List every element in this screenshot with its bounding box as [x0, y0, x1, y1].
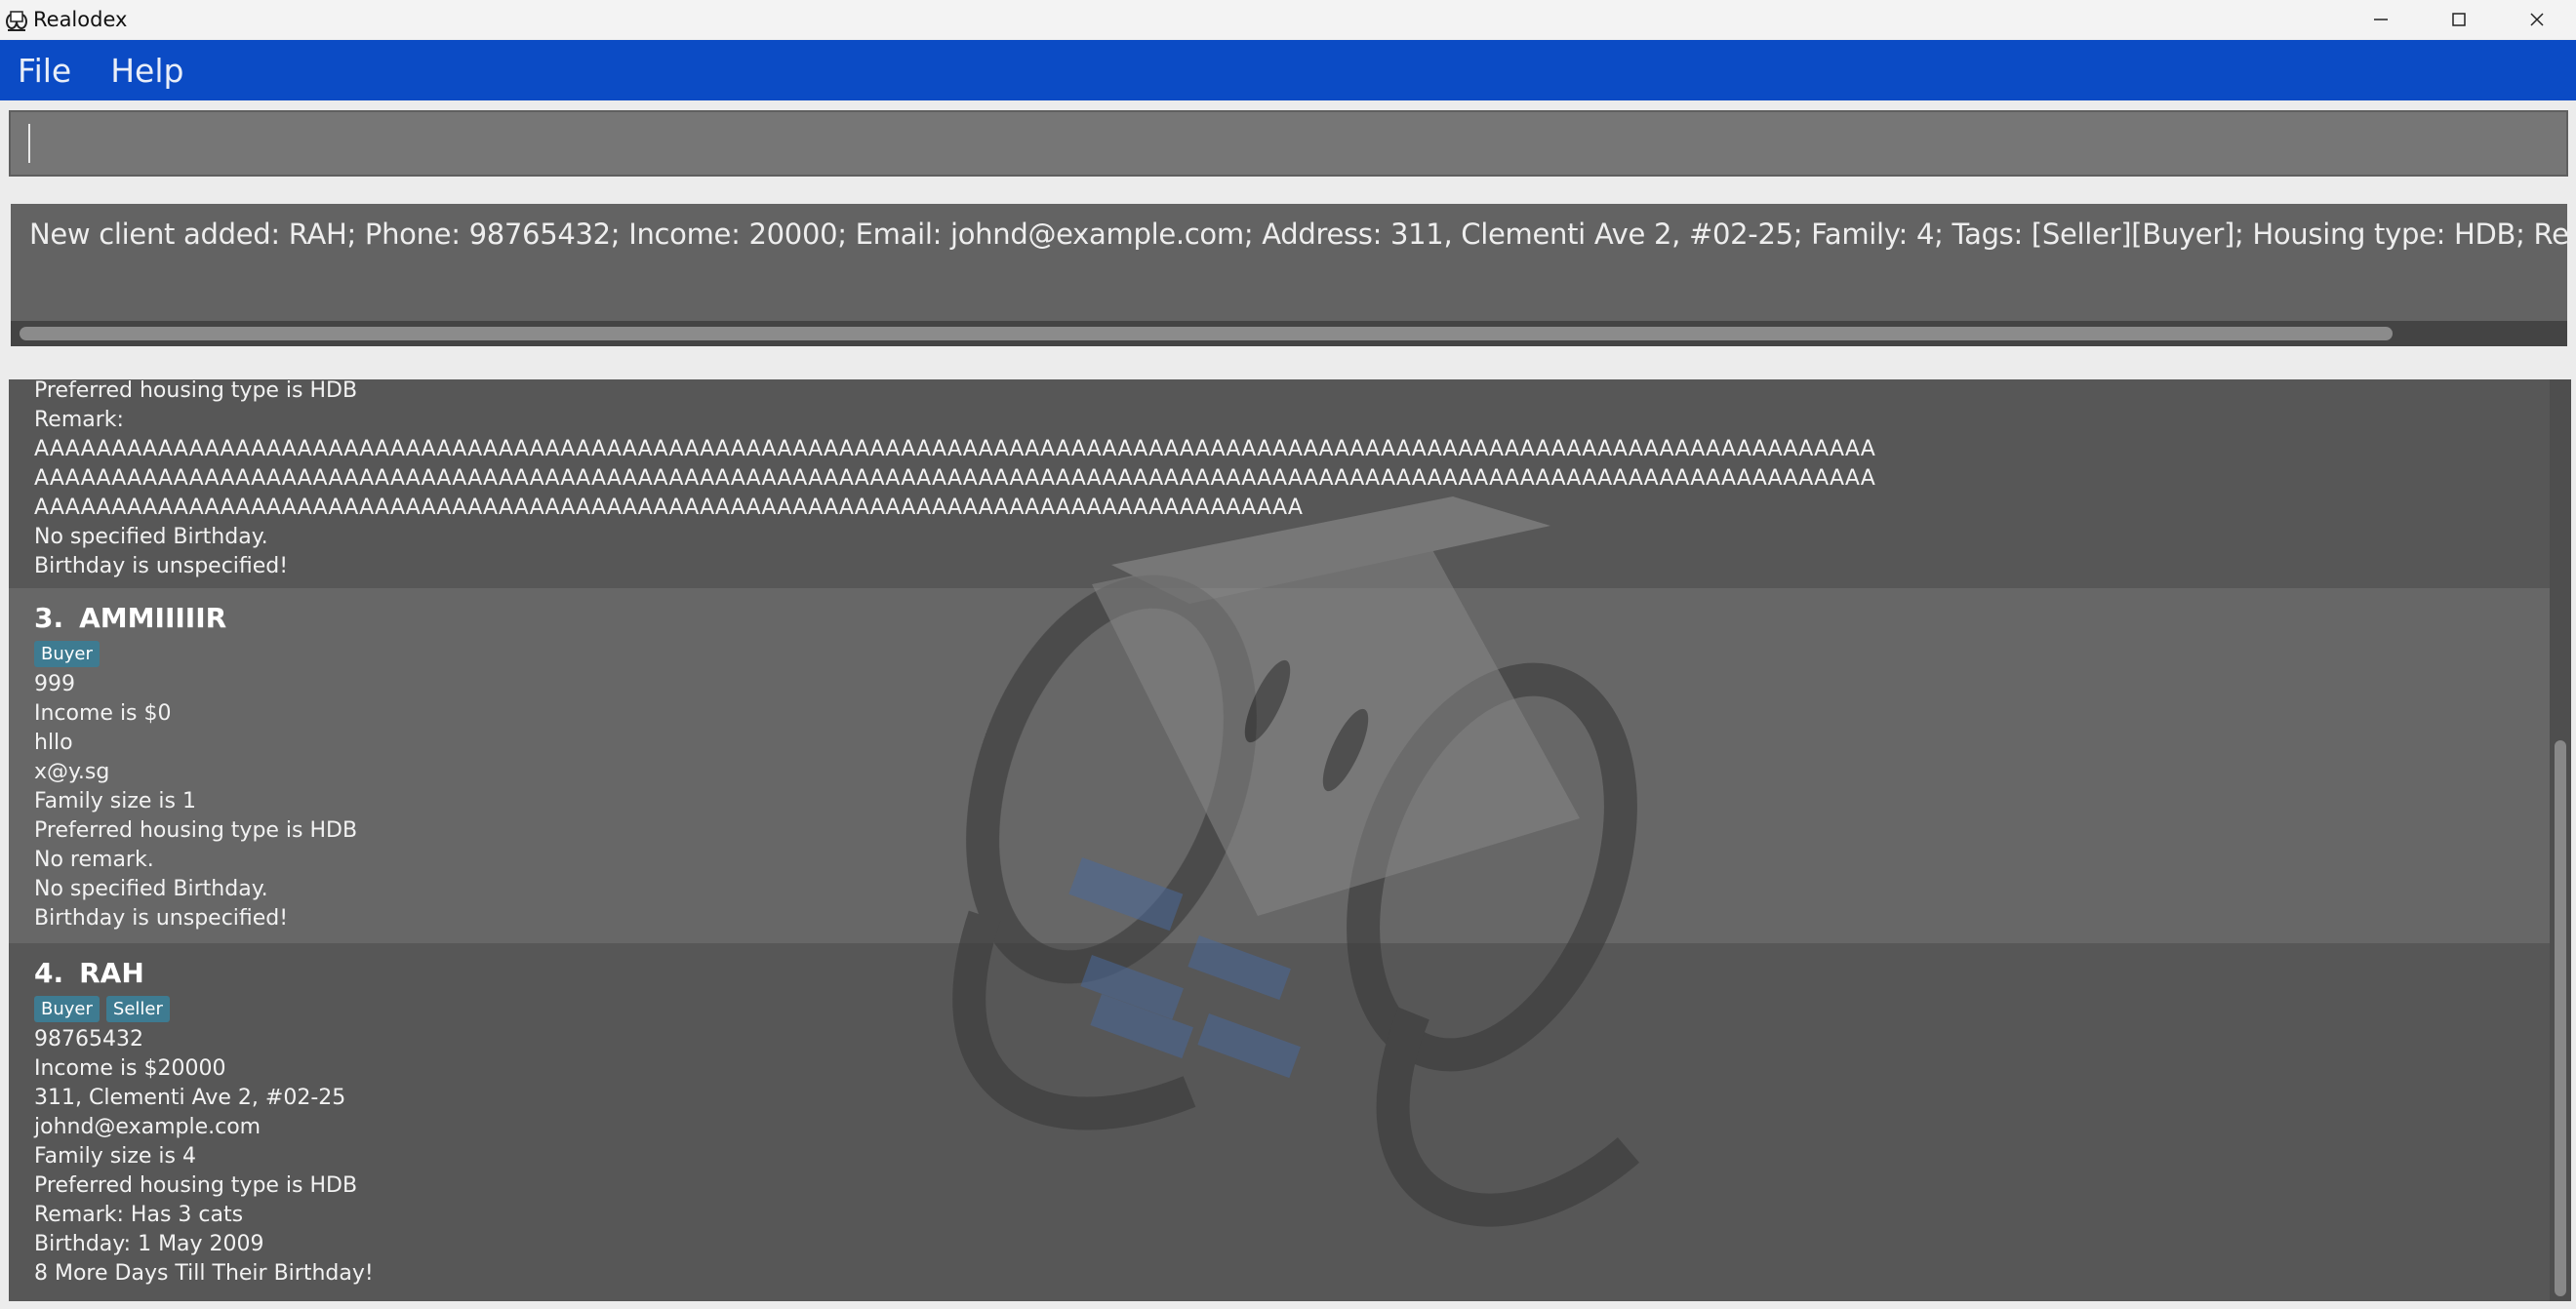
close-icon: [2530, 13, 2544, 26]
rolodex-icon: [6, 11, 27, 31]
result-display: New client added: RAH; Phone: 98765432; …: [11, 204, 2567, 346]
client-birthday-countdown: 8 More Days Till Their Birthday!: [34, 1261, 374, 1286]
client-income: Income is $20000: [34, 1056, 226, 1081]
client-housing: Preferred housing type is HDB: [34, 379, 358, 403]
client-address: 311, Clementi Ave 2, #02-25: [34, 1086, 346, 1110]
menu-bar: File Help: [0, 40, 2576, 100]
text-caret: [28, 124, 30, 163]
client-remark-text: AAAAAAAAAAAAAAAAAAAAAAAAAAAAAAAAAAAAAAAA…: [34, 437, 1875, 461]
client-list[interactable]: Preferred housing type is HDB Remark: AA…: [9, 379, 2550, 1301]
client-tags: Buyer Seller: [34, 992, 2550, 1025]
menu-help[interactable]: Help: [110, 52, 183, 90]
client-tags: Buyer: [34, 637, 2550, 670]
client-family: Family size is 4: [34, 1144, 196, 1169]
menu-file[interactable]: File: [18, 52, 71, 90]
client-name-text: AMMIIIIIR: [79, 602, 227, 634]
client-card[interactable]: 4. RAH Buyer Seller 98765432 Income is $2…: [9, 943, 2550, 1301]
result-message: New client added: RAH; Phone: 98765432; …: [29, 218, 2567, 251]
client-birthday: No specified Birthday.: [34, 525, 268, 549]
client-card[interactable]: 3. AMMIIIIIR Buyer 999 Income is $0 hllo …: [9, 588, 2550, 943]
client-income: Income is $0: [34, 701, 172, 726]
client-birthday-countdown: Birthday is unspecified!: [34, 906, 289, 931]
tag-badge: Seller: [105, 995, 170, 1022]
client-birthday: Birthday: 1 May 2009: [34, 1232, 264, 1256]
command-input[interactable]: [11, 112, 2566, 175]
scrollbar-thumb[interactable]: [2555, 740, 2566, 1296]
client-name: 3. AMMIIIIIR: [34, 600, 2550, 637]
client-remark-text: AAAAAAAAAAAAAAAAAAAAAAAAAAAAAAAAAAAAAAAA…: [34, 466, 1875, 491]
close-button[interactable]: [2498, 0, 2576, 39]
client-name: 4. RAH: [34, 955, 2550, 992]
client-list-scrollbar[interactable]: [2550, 379, 2571, 1301]
tag-badge: Buyer: [34, 995, 100, 1022]
command-box: [9, 110, 2568, 177]
client-remark: No remark.: [34, 848, 154, 872]
minimize-icon: [2374, 19, 2388, 20]
client-phone: 999: [34, 672, 75, 696]
client-housing: Preferred housing type is HDB: [34, 1173, 358, 1198]
maximize-icon: [2452, 13, 2466, 26]
client-remark-text: AAAAAAAAAAAAAAAAAAAAAAAAAAAAAAAAAAAAAAAA…: [34, 496, 1304, 520]
tag-badge: Buyer: [34, 640, 100, 667]
client-name-text: RAH: [79, 957, 144, 989]
client-index: 3.: [34, 602, 64, 634]
client-email: x@y.sg: [34, 760, 110, 784]
client-phone: 98765432: [34, 1027, 143, 1051]
window-titlebar: Realodex: [0, 0, 2576, 39]
client-address: hllo: [34, 731, 73, 755]
client-email: johnd@example.com: [34, 1115, 262, 1139]
client-card[interactable]: Preferred housing type is HDB Remark: AA…: [9, 379, 2550, 588]
client-birthday: No specified Birthday.: [34, 877, 268, 901]
scrollbar-thumb[interactable]: [20, 327, 2393, 340]
client-remark-label: Remark:: [34, 408, 124, 432]
window-title: Realodex: [33, 8, 128, 31]
maximize-button[interactable]: [2420, 0, 2498, 39]
client-birthday-countdown: Birthday is unspecified!: [34, 554, 289, 578]
client-family: Family size is 1: [34, 789, 196, 813]
result-horizontal-scrollbar[interactable]: [11, 321, 2567, 346]
minimize-button[interactable]: [2342, 0, 2420, 39]
client-remark: Remark: Has 3 cats: [34, 1203, 244, 1227]
client-housing: Preferred housing type is HDB: [34, 818, 358, 843]
client-index: 4.: [34, 957, 64, 989]
